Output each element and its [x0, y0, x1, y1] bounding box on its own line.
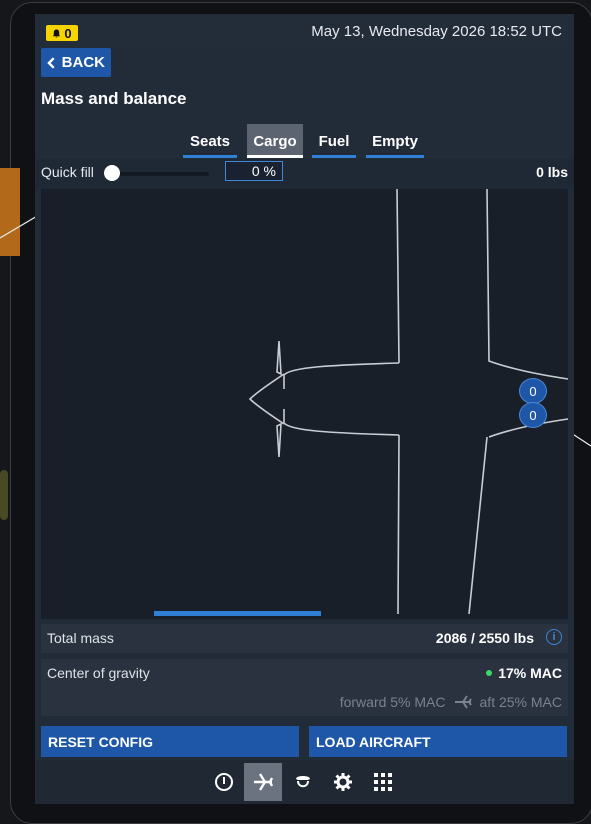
- notification-badge[interactable]: 0: [46, 25, 78, 41]
- nav-compass[interactable]: [205, 763, 243, 801]
- page-title: Mass and balance: [41, 89, 187, 108]
- nav-aircraft[interactable]: [244, 763, 282, 801]
- back-label: BACK: [61, 54, 105, 71]
- cargo-compartment-aft[interactable]: 0: [519, 402, 547, 428]
- total-mass-row: Total mass 2086 / 2550 lbs i: [41, 624, 568, 653]
- reset-config-button[interactable]: RESET CONFIG: [41, 726, 299, 757]
- status-dot-icon: [486, 670, 493, 676]
- airplane-direction-icon: [454, 695, 472, 709]
- cg-value-text: 17% MAC: [498, 665, 562, 681]
- cg-value: 17% MAC: [486, 665, 562, 681]
- scroll-indicator: [154, 611, 321, 616]
- tab-fuel[interactable]: Fuel: [312, 124, 356, 158]
- cg-label: Center of gravity: [47, 665, 150, 681]
- total-mass-value: 2086 / 2550 lbs: [435, 630, 534, 646]
- quick-fill-slider-handle[interactable]: [104, 165, 120, 181]
- quick-fill-label: Quick fill: [41, 164, 94, 180]
- cg-forward-limit: forward 5% MAC: [339, 694, 446, 710]
- center-of-gravity-row: Center of gravity 17% MAC forward 5% MAC…: [41, 659, 568, 716]
- datetime: May 13, Wednesday 2026 18:52 UTC: [311, 23, 562, 40]
- propeller-blade-bottom: [276, 422, 282, 458]
- tab-label: Fuel: [318, 132, 350, 150]
- efb-screen: 0 May 13, Wednesday 2026 18:52 UTC BACK …: [35, 14, 574, 804]
- cg-range: forward 5% MAC aft 25% MAC: [340, 694, 562, 710]
- cg-aft-limit: aft 25% MAC: [479, 694, 562, 710]
- tab-label: Empty: [372, 132, 418, 150]
- quick-fill-weight: 0 lbs: [536, 164, 568, 180]
- propeller-blade-top: [276, 340, 282, 376]
- back-button[interactable]: BACK: [41, 48, 111, 77]
- tab-label: Seats: [189, 132, 231, 150]
- aircraft-view: 0 0: [41, 189, 568, 619]
- tab-seats[interactable]: Seats: [183, 124, 237, 158]
- load-aircraft-button[interactable]: LOAD AIRCRAFT: [309, 726, 567, 757]
- quick-fill-slider-track[interactable]: [113, 172, 209, 176]
- quick-fill-row: Quick fill 0 % 0 lbs: [35, 159, 574, 189]
- chevron-left-icon: [47, 56, 55, 69]
- aircraft-outline: [248, 189, 568, 615]
- apps-grid-icon: [374, 773, 392, 791]
- spinner-outline: [248, 373, 285, 425]
- cargo-compartment-forward[interactable]: 0: [519, 378, 547, 404]
- gear-icon: [334, 773, 352, 791]
- tab-empty[interactable]: Empty: [366, 124, 424, 158]
- tab-cargo[interactable]: Cargo: [247, 124, 303, 158]
- status-bar: 0 May 13, Wednesday 2026 18:52 UTC: [35, 14, 574, 48]
- info-icon[interactable]: i: [546, 629, 562, 645]
- airplane-icon: [254, 773, 274, 791]
- nav-pilot[interactable]: [284, 763, 322, 801]
- bottom-nav: [35, 760, 574, 804]
- total-mass-label: Total mass: [47, 630, 114, 646]
- bell-icon: [53, 28, 61, 38]
- pilot-icon: [296, 776, 310, 788]
- tab-label: Cargo: [253, 132, 297, 150]
- compass-icon: [215, 773, 233, 791]
- notification-count: 0: [64, 25, 72, 41]
- quick-fill-percent-input[interactable]: 0 %: [225, 161, 283, 181]
- nav-apps[interactable]: [364, 763, 402, 801]
- tab-bar: Seats Cargo Fuel Empty: [35, 124, 574, 158]
- nav-settings[interactable]: [324, 763, 362, 801]
